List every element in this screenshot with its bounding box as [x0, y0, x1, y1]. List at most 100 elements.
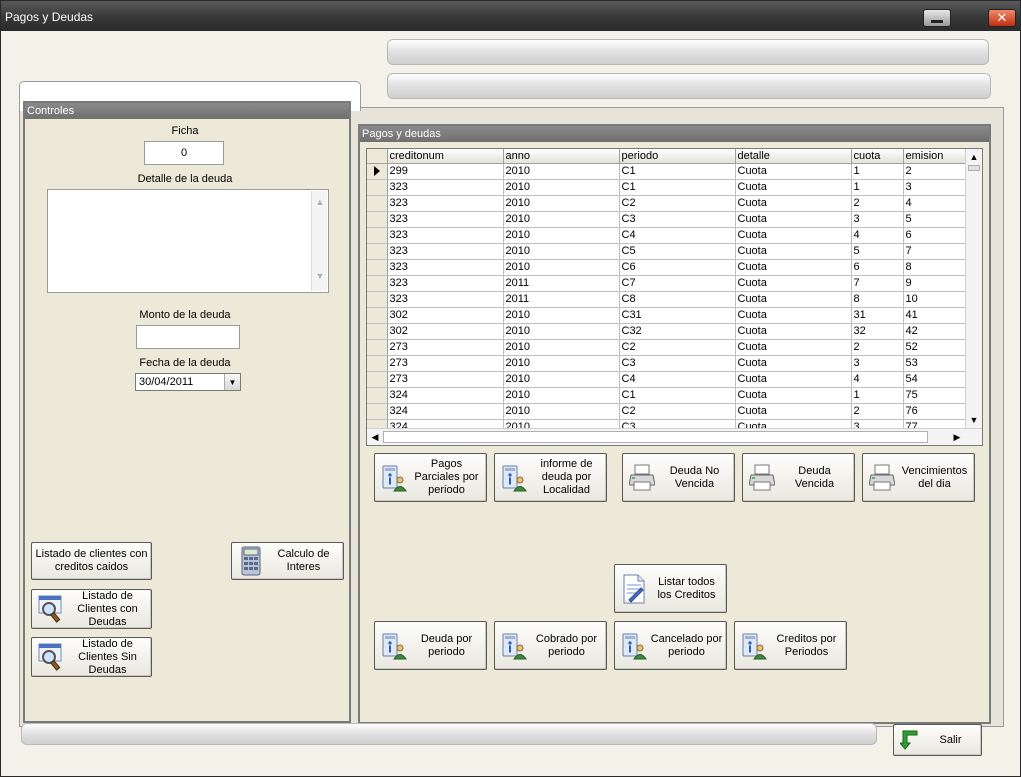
- title-bar[interactable]: Pagos y Deudas ✕: [1, 1, 1020, 31]
- table-cell[interactable]: 323: [387, 291, 504, 308]
- table-cell[interactable]: Cuota: [735, 195, 852, 212]
- row-header[interactable]: [367, 307, 388, 324]
- table-cell[interactable]: C8: [619, 291, 736, 308]
- table-cell[interactable]: 2010: [503, 355, 620, 372]
- pagos-grid[interactable]: creditonum anno periodo detalle cuota emision…: [366, 148, 983, 446]
- column-header[interactable]: anno: [503, 149, 620, 164]
- table-cell[interactable]: 3: [903, 179, 966, 196]
- table-cell[interactable]: 6: [903, 227, 966, 244]
- table-cell[interactable]: 2011: [503, 291, 620, 308]
- row-header[interactable]: [367, 259, 388, 276]
- table-cell[interactable]: 8: [851, 291, 904, 308]
- listado-con-deudas-button[interactable]: Listado de Clientes con Deudas: [31, 589, 152, 629]
- calculo-interes-button[interactable]: Calculo de Interes: [231, 542, 344, 580]
- row-header[interactable]: [367, 179, 388, 196]
- detalle-textarea[interactable]: ▲ ▼: [47, 189, 329, 293]
- table-cell[interactable]: 2: [903, 163, 966, 180]
- table-cell[interactable]: 323: [387, 275, 504, 292]
- table-cell[interactable]: C2: [619, 195, 736, 212]
- table-cell[interactable]: 2010: [503, 323, 620, 340]
- table-cell[interactable]: C2: [619, 403, 736, 420]
- row-header[interactable]: [367, 163, 388, 180]
- table-cell[interactable]: 5: [903, 211, 966, 228]
- row-header[interactable]: [367, 371, 388, 388]
- table-row[interactable]: 323 2010 C3 Cuota 3 5: [367, 211, 966, 228]
- table-cell[interactable]: 302: [387, 307, 504, 324]
- row-header[interactable]: [367, 275, 388, 292]
- deuda-vencida-button[interactable]: Deuda Vencida: [742, 453, 855, 502]
- table-cell[interactable]: 9: [903, 275, 966, 292]
- table-cell[interactable]: 2010: [503, 403, 620, 420]
- table-cell[interactable]: Cuota: [735, 227, 852, 244]
- table-cell[interactable]: 2010: [503, 179, 620, 196]
- table-row[interactable]: 299 2010 C1 Cuota 1 2: [367, 163, 966, 180]
- table-cell[interactable]: 7: [903, 243, 966, 260]
- table-cell[interactable]: 54: [903, 371, 966, 388]
- table-cell[interactable]: 273: [387, 355, 504, 372]
- table-cell[interactable]: Cuota: [735, 339, 852, 356]
- horizontal-scroll-thumb[interactable]: [383, 431, 928, 443]
- table-cell[interactable]: 2010: [503, 259, 620, 276]
- table-cell[interactable]: 41: [903, 307, 966, 324]
- table-cell[interactable]: 2: [851, 339, 904, 356]
- cancelado-periodo-button[interactable]: Cancelado por periodo: [614, 621, 727, 670]
- table-cell[interactable]: 6: [851, 259, 904, 276]
- table-cell[interactable]: C4: [619, 227, 736, 244]
- table-row[interactable]: 323 2010 C1 Cuota 1 3: [367, 179, 966, 196]
- table-cell[interactable]: 2010: [503, 339, 620, 356]
- ficha-input[interactable]: 0: [144, 141, 224, 165]
- table-cell[interactable]: Cuota: [735, 387, 852, 404]
- table-cell[interactable]: C7: [619, 275, 736, 292]
- table-cell[interactable]: 4: [903, 195, 966, 212]
- table-row[interactable]: 302 2010 C32 Cuota 32 42: [367, 323, 966, 340]
- table-cell[interactable]: 324: [387, 403, 504, 420]
- table-row[interactable]: 323 2011 C7 Cuota 7 9: [367, 275, 966, 292]
- vencimientos-dia-button[interactable]: Vencimientos del dia: [862, 453, 975, 502]
- table-cell[interactable]: 323: [387, 227, 504, 244]
- table-cell[interactable]: 7: [851, 275, 904, 292]
- table-cell[interactable]: Cuota: [735, 403, 852, 420]
- table-cell[interactable]: 31: [851, 307, 904, 324]
- table-cell[interactable]: 32: [851, 323, 904, 340]
- table-cell[interactable]: Cuota: [735, 243, 852, 260]
- table-cell[interactable]: 76: [903, 403, 966, 420]
- table-cell[interactable]: 3: [851, 355, 904, 372]
- table-cell[interactable]: 4: [851, 227, 904, 244]
- table-cell[interactable]: C4: [619, 371, 736, 388]
- table-cell[interactable]: 2011: [503, 275, 620, 292]
- table-cell[interactable]: 2010: [503, 163, 620, 180]
- chevron-down-icon[interactable]: ▼: [224, 374, 240, 390]
- scroll-right-icon[interactable]: ▶: [950, 430, 964, 444]
- listado-sin-deudas-button[interactable]: Listado de Clientes Sin Deudas: [31, 637, 152, 677]
- table-cell[interactable]: 323: [387, 179, 504, 196]
- table-cell[interactable]: C3: [619, 211, 736, 228]
- table-cell[interactable]: 2: [851, 403, 904, 420]
- table-cell[interactable]: 2010: [503, 307, 620, 324]
- row-header[interactable]: [367, 339, 388, 356]
- table-row[interactable]: 324 2010 C1 Cuota 1 75: [367, 387, 966, 404]
- scroll-down-icon[interactable]: ▼: [314, 271, 326, 285]
- table-cell[interactable]: 2010: [503, 371, 620, 388]
- table-row[interactable]: 324 2010 C2 Cuota 2 76: [367, 403, 966, 420]
- listado-caidos-button[interactable]: Listado de clientes con creditos caidos: [31, 542, 152, 580]
- fecha-datepicker[interactable]: 30/04/2011 ▼: [135, 373, 241, 391]
- table-row[interactable]: 323 2010 C6 Cuota 6 8: [367, 259, 966, 276]
- table-row[interactable]: 273 2010 C2 Cuota 2 52: [367, 339, 966, 356]
- salir-button[interactable]: Salir: [893, 724, 982, 756]
- table-cell[interactable]: 2010: [503, 227, 620, 244]
- row-header[interactable]: [367, 355, 388, 372]
- row-header[interactable]: [367, 323, 388, 340]
- grid-vertical-scrollbar[interactable]: ▲ ▼: [965, 149, 982, 428]
- table-row[interactable]: 273 2010 C3 Cuota 3 53: [367, 355, 966, 372]
- table-cell[interactable]: C31: [619, 307, 736, 324]
- table-cell[interactable]: Cuota: [735, 307, 852, 324]
- table-cell[interactable]: 75: [903, 387, 966, 404]
- creditos-periodos-button[interactable]: Creditos por Periodos: [734, 621, 847, 670]
- table-cell[interactable]: 324: [387, 387, 504, 404]
- table-cell[interactable]: 323: [387, 195, 504, 212]
- table-cell[interactable]: 1: [851, 387, 904, 404]
- table-cell[interactable]: 323: [387, 259, 504, 276]
- table-cell[interactable]: C32: [619, 323, 736, 340]
- table-cell[interactable]: 53: [903, 355, 966, 372]
- table-cell[interactable]: 323: [387, 211, 504, 228]
